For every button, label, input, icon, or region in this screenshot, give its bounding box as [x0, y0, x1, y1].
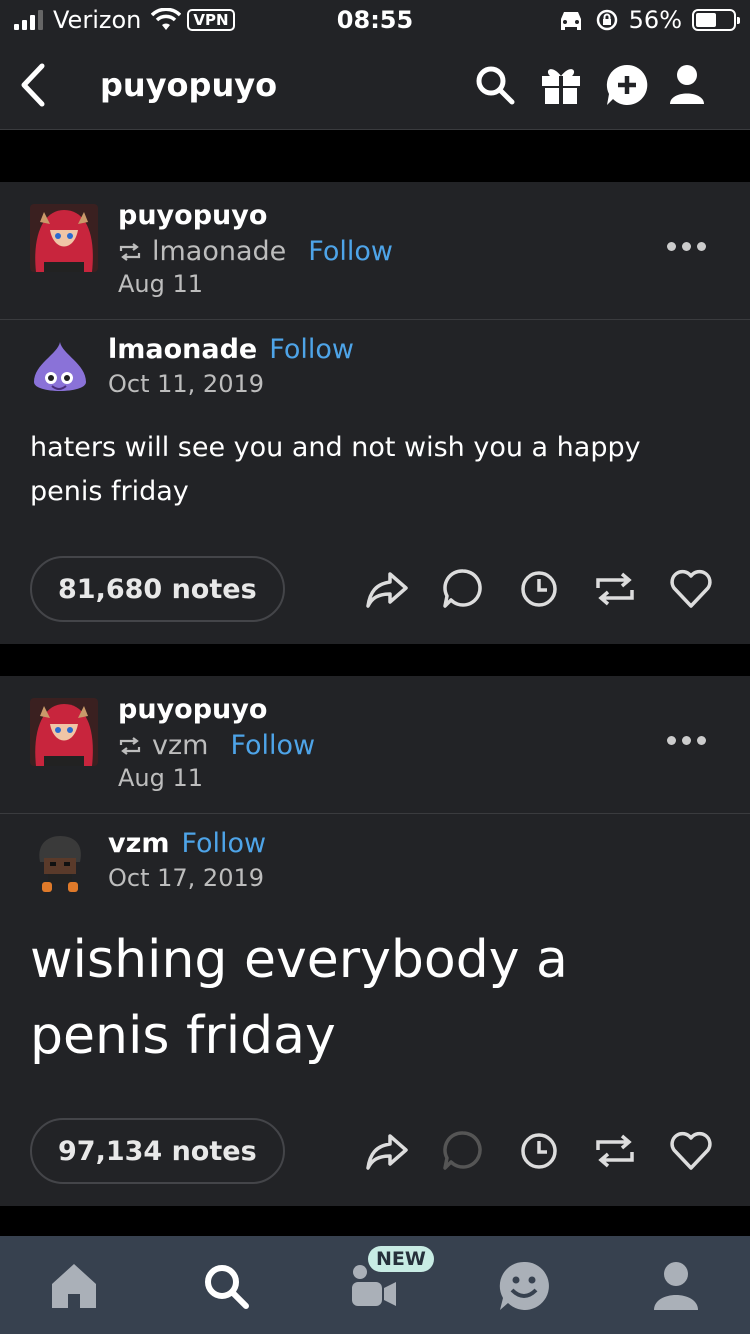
reply-icon[interactable] [440, 1128, 486, 1174]
follow-button[interactable]: Follow [181, 828, 266, 859]
reblog-date: Aug 11 [118, 764, 204, 792]
reblogger-name[interactable]: puyopuyo [118, 694, 267, 725]
reblogger-avatar[interactable] [30, 204, 98, 272]
account-icon[interactable] [664, 62, 710, 108]
notes-count[interactable]: 81,680 notes [30, 556, 285, 622]
gift-icon[interactable] [538, 62, 584, 108]
more-options-icon[interactable] [667, 242, 706, 251]
page-title: puyopuyo [100, 66, 278, 104]
status-bar: Verizon VPN 08:55 56% [0, 0, 750, 40]
queue-clock-icon[interactable] [516, 566, 562, 612]
reblog-small-icon [119, 242, 141, 261]
like-heart-icon[interactable] [668, 566, 714, 612]
home-icon[interactable] [46, 1258, 102, 1314]
new-badge: NEW [368, 1246, 434, 1272]
reblog-header: puyopuyo vzm Follow Aug 11 [0, 676, 750, 814]
original-author-name[interactable]: vzm [108, 828, 169, 859]
post-card: puyopuyo vzm Follow Aug 11 vzm Follow Oct… [0, 676, 750, 1206]
share-icon[interactable] [364, 1128, 410, 1174]
messaging-smiley-icon[interactable] [496, 1258, 552, 1314]
search-icon[interactable] [472, 62, 518, 108]
post-body-text: wishing everybody a penis friday [30, 930, 568, 1066]
post-body-text: haters will see you and not wish you a h… [30, 432, 641, 507]
follow-button[interactable]: Follow [230, 730, 315, 761]
original-author-name[interactable]: lmaonade [108, 334, 257, 365]
reblogger-avatar[interactable] [30, 698, 98, 766]
original-post-date: Oct 17, 2019 [108, 864, 264, 892]
account-tab-icon[interactable] [648, 1258, 704, 1314]
reblogger-name[interactable]: puyopuyo [118, 200, 267, 231]
follow-button[interactable]: Follow [308, 236, 393, 267]
queue-clock-icon[interactable] [516, 1128, 562, 1174]
reblog-icon[interactable] [592, 566, 638, 612]
share-icon[interactable] [364, 566, 410, 612]
follow-button[interactable]: Follow [269, 334, 354, 365]
rotation-lock-icon [596, 9, 617, 31]
slime-avatar[interactable] [30, 340, 90, 400]
search-tab-icon[interactable] [198, 1258, 254, 1314]
car-icon [560, 12, 581, 30]
reblog-source-name[interactable]: vzm [152, 730, 208, 761]
reply-icon[interactable] [440, 566, 486, 612]
reblog-source-name[interactable]: lmaonade [152, 236, 286, 267]
reblog-icon[interactable] [592, 1128, 638, 1174]
original-post-date: Oct 11, 2019 [108, 370, 264, 398]
more-options-icon[interactable] [667, 736, 706, 745]
reblog-small-icon [119, 736, 141, 755]
new-post-icon[interactable] [604, 62, 650, 108]
battery-icon [692, 9, 740, 31]
post-card: puyopuyo lmaonade Follow Aug 11 lmaonade… [0, 182, 750, 644]
app-header: puyopuyo [0, 40, 750, 130]
reblog-header: puyopuyo lmaonade Follow Aug 11 [0, 182, 750, 320]
notes-count[interactable]: 97,134 notes [30, 1118, 285, 1184]
battery-percent: 56% [628, 6, 682, 34]
character-avatar[interactable] [30, 832, 90, 894]
like-heart-icon[interactable] [668, 1128, 714, 1174]
reblog-date: Aug 11 [118, 270, 204, 298]
back-arrow-icon[interactable] [14, 60, 54, 110]
